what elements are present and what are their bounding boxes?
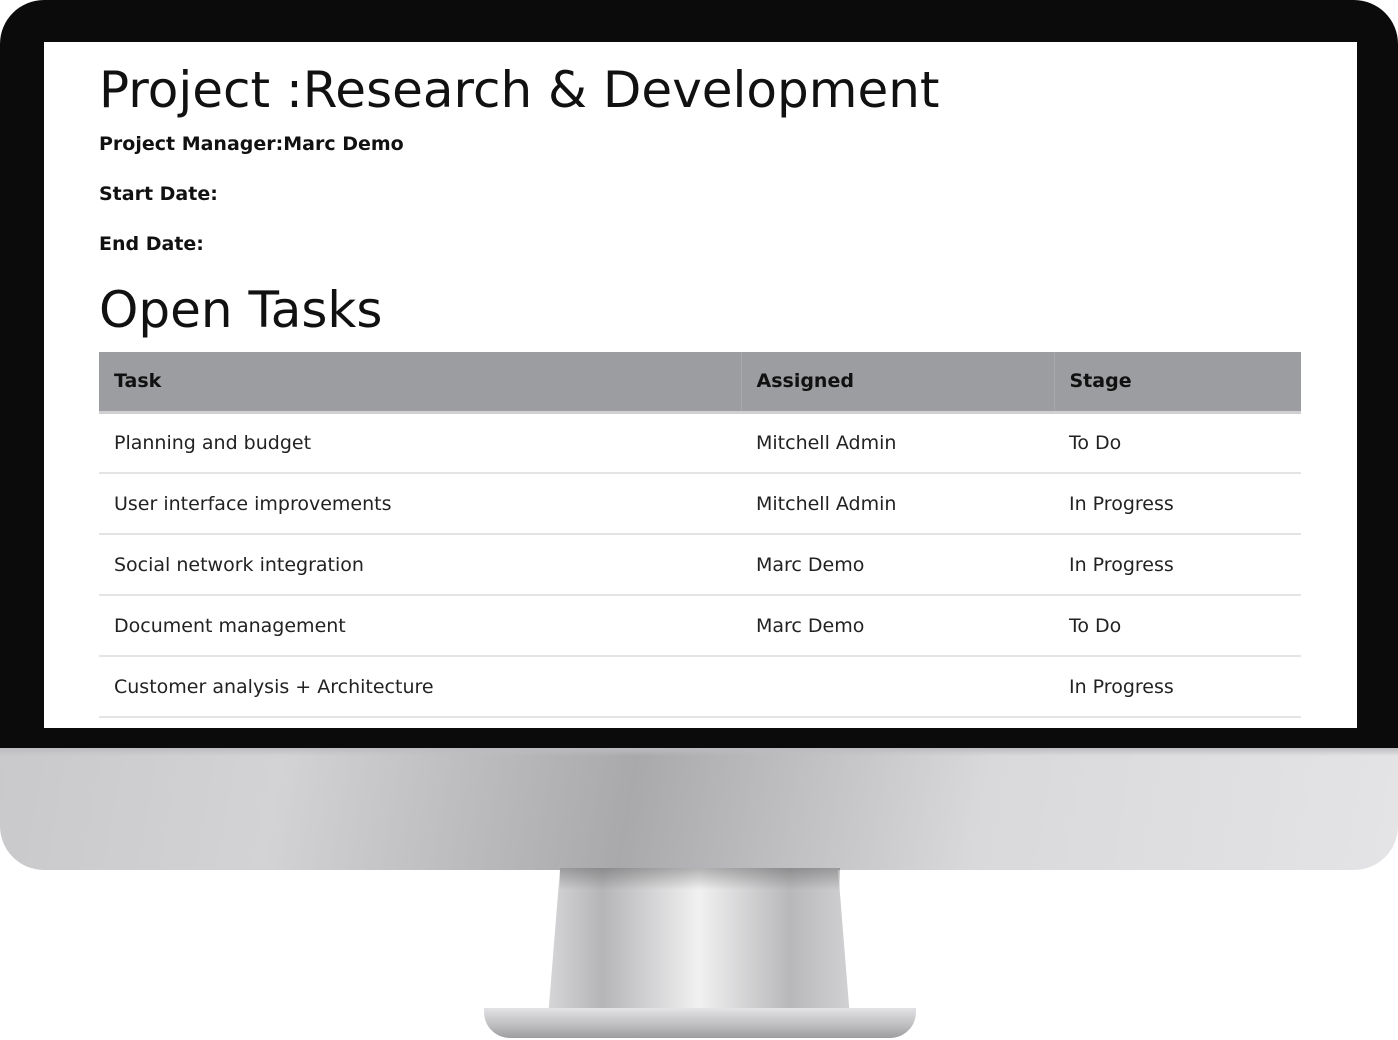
open-tasks-heading: Open Tasks (99, 281, 383, 339)
task-stage-cell: In Progress (1054, 473, 1301, 535)
table-row: Planning and budget Mitchell Admin To Do (99, 412, 1301, 474)
task-stage-cell: To Do (1054, 412, 1301, 474)
task-stage-cell: To Do (1054, 595, 1301, 657)
task-name-cell: User interface improvements (99, 473, 741, 535)
monitor-stand-base (484, 1008, 916, 1038)
monitor-chin (0, 748, 1398, 870)
task-name-cell: Planning and budget (99, 412, 741, 474)
column-header-stage: Stage (1054, 352, 1301, 414)
table-row: Social network integration Marc Demo In … (99, 534, 1301, 596)
column-header-assigned: Assigned (741, 352, 1055, 414)
project-report: Project :Research & Development Project … (99, 60, 1301, 718)
table-row: Document management Marc Demo To Do (99, 595, 1301, 657)
column-header-task: Task (99, 352, 742, 414)
open-tasks-table: Task Assigned Stage Planning and budget … (99, 352, 1301, 718)
task-assigned-cell: Mitchell Admin (741, 473, 1054, 535)
task-assigned-cell: Marc Demo (741, 534, 1054, 596)
task-assigned-cell: Mitchell Admin (741, 412, 1054, 474)
table-row: User interface improvements Mitchell Adm… (99, 473, 1301, 535)
task-assigned-cell (741, 656, 1054, 718)
task-name-cell: Document management (99, 595, 741, 657)
project-manager-line: Project Manager:Marc Demo (99, 133, 404, 155)
start-date-line: Start Date: (99, 183, 218, 205)
table-row: Customer analysis + Architecture In Prog… (99, 656, 1301, 718)
monitor-stand-shadow (560, 868, 840, 890)
end-date-line: End Date: (99, 233, 204, 255)
monitor-screen: Project :Research & Development Project … (44, 42, 1357, 728)
table-header-row: Task Assigned Stage (99, 352, 1301, 414)
task-assigned-cell: Marc Demo (741, 595, 1054, 657)
task-stage-cell: In Progress (1054, 656, 1301, 718)
task-name-cell: Social network integration (99, 534, 741, 596)
task-stage-cell: In Progress (1054, 534, 1301, 596)
task-name-cell: Customer analysis + Architecture (99, 656, 741, 718)
project-title: Project :Research & Development (99, 61, 940, 119)
monitor-stand (548, 868, 850, 1018)
monitor-chin-edge (0, 748, 1398, 756)
monitor-mockup: Project :Research & Development Project … (0, 0, 1398, 1040)
